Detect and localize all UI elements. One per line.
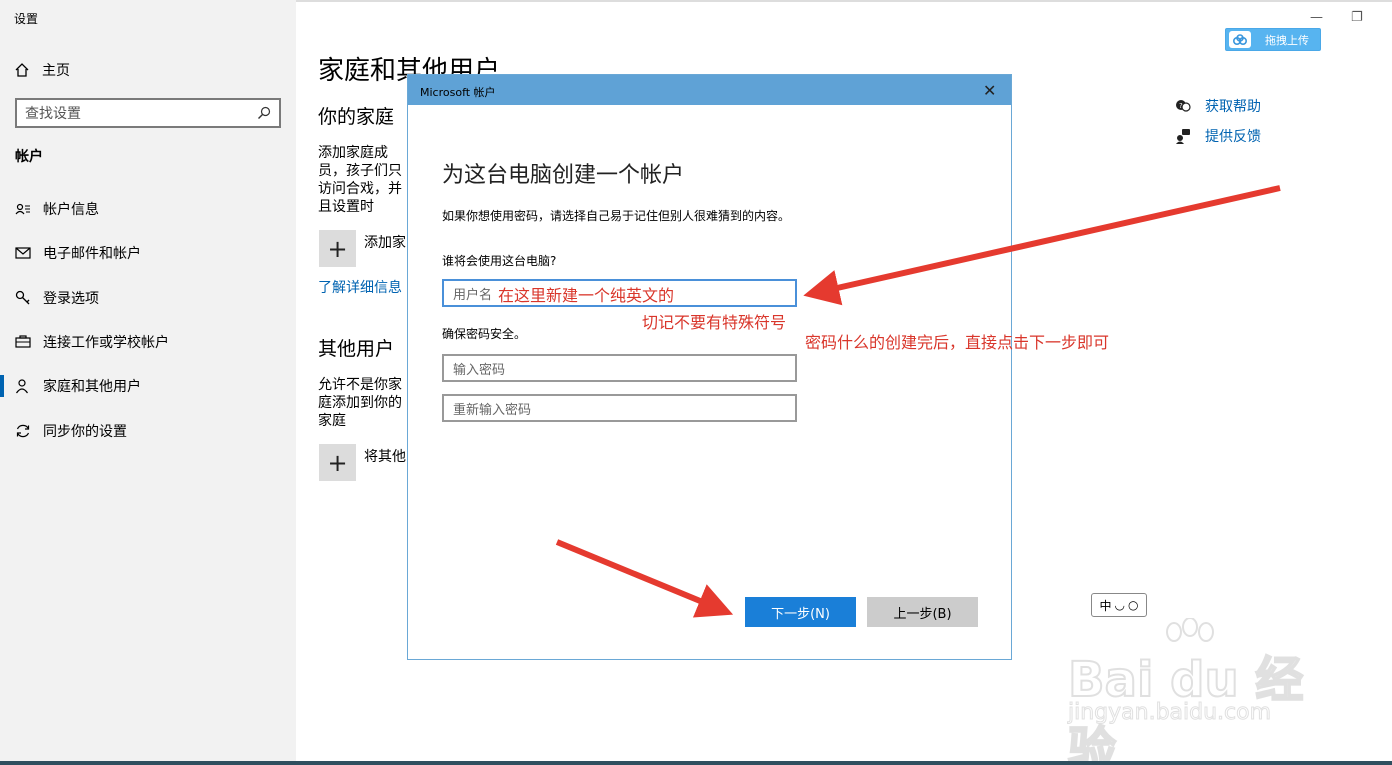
taskbar-edge — [0, 761, 1392, 765]
ime-mode: 中 — [1099, 598, 1112, 613]
ime-indicator[interactable]: 中 ◡ ○ — [1091, 593, 1147, 617]
dot-icon: ○ — [1128, 598, 1139, 612]
watermark-url: jingyan.baidu.com — [1067, 700, 1272, 726]
moon-icon: ◡ — [1114, 598, 1125, 612]
arrow-to-next-button — [555, 539, 734, 618]
baidu-watermark: Bai du 经验 jingyan.baidu.com — [1067, 618, 1318, 765]
arrow-to-username — [803, 185, 1281, 306]
